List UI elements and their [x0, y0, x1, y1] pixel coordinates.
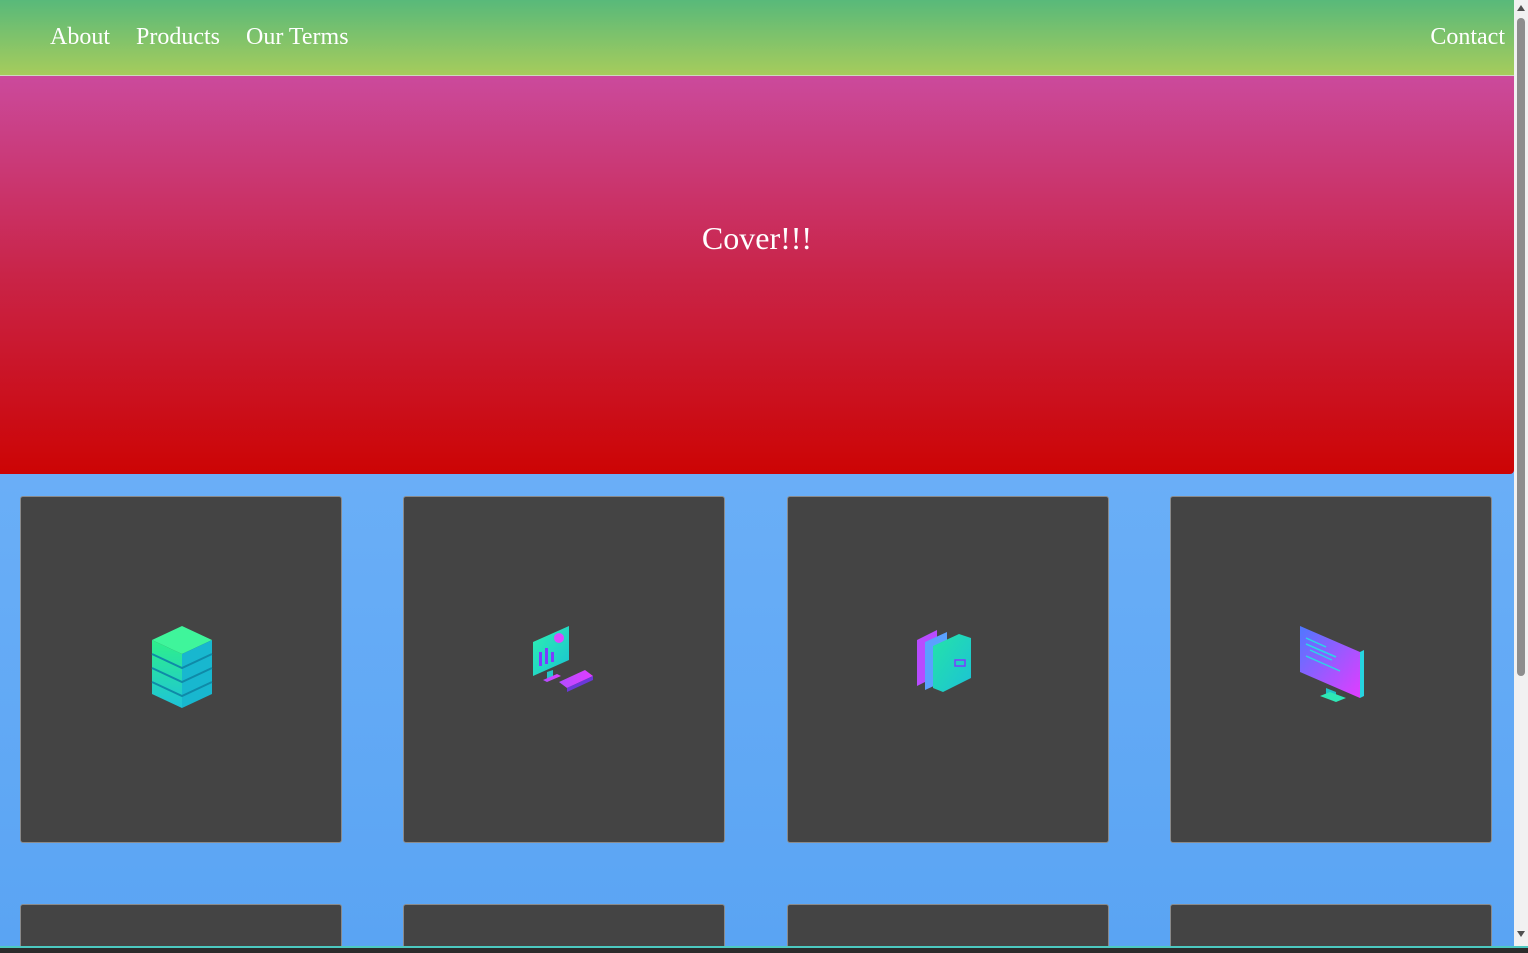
code-monitor-icon — [1300, 626, 1364, 702]
nav-link-contact[interactable]: Contact — [1430, 22, 1505, 52]
cover-title: Cover!!! — [701, 220, 813, 256]
product-card-4[interactable] — [1170, 496, 1492, 843]
product-card-6[interactable] — [403, 904, 725, 946]
nav-link-products[interactable]: Products — [136, 22, 220, 52]
product-card-3[interactable] — [787, 496, 1109, 843]
product-card-5[interactable] — [20, 904, 342, 946]
product-card-7[interactable] — [787, 904, 1109, 946]
product-card-1[interactable] — [20, 496, 342, 843]
product-card-8[interactable] — [1170, 904, 1492, 946]
scroll-down-icon[interactable] — [1517, 931, 1525, 937]
nav-link-our-terms[interactable]: Our Terms — [246, 22, 349, 52]
product-card-2[interactable] — [403, 496, 725, 843]
vertical-scrollbar[interactable] — [1514, 0, 1528, 946]
database-stack-icon — [151, 626, 213, 708]
top-navbar: About Products Our Terms Contact — [0, 0, 1514, 76]
scroll-up-icon[interactable] — [1517, 5, 1525, 11]
nav-link-about[interactable]: About — [50, 22, 110, 52]
page-viewport: About Products Our Terms Contact Cover!!… — [0, 0, 1514, 946]
desktop-analytics-icon — [533, 626, 593, 692]
bottom-edge-strip — [0, 946, 1528, 953]
cover-banner: Cover!!! — [0, 76, 1514, 474]
scrollbar-thumb[interactable] — [1517, 18, 1525, 676]
folders-icon — [917, 630, 971, 692]
